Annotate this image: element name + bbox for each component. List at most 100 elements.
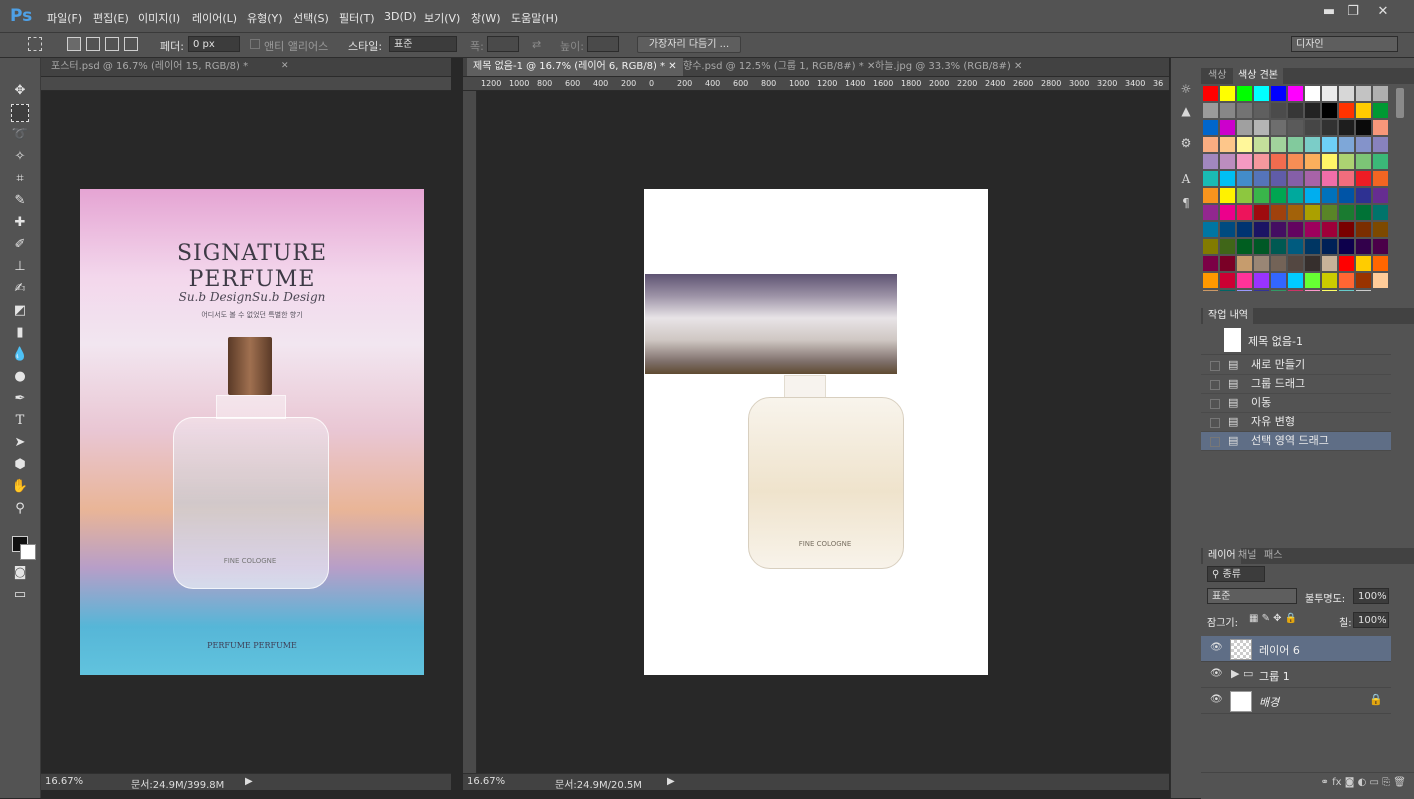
tab-close-icon[interactable]: ✕ <box>281 61 289 71</box>
color-swatch[interactable] <box>1339 256 1354 271</box>
color-swatch[interactable] <box>1305 120 1320 135</box>
color-swatch[interactable] <box>1305 103 1320 118</box>
menu-select[interactable]: 선택(S) <box>293 10 329 26</box>
color-swatch[interactable] <box>1356 103 1371 118</box>
color-swatch[interactable] <box>1356 188 1371 203</box>
layer-row[interactable]: 👁 레이어 6 <box>1201 636 1391 662</box>
tab-swatches[interactable]: 색상 견본 <box>1233 68 1283 84</box>
visibility-eye-icon[interactable]: 👁 <box>1210 668 1223 679</box>
left-status-arrow-icon[interactable]: ▶ <box>245 776 253 787</box>
width-input[interactable] <box>487 36 519 52</box>
color-swatch[interactable] <box>1288 86 1303 101</box>
color-swatch[interactable] <box>1339 86 1354 101</box>
color-swatch[interactable] <box>1322 290 1337 291</box>
color-swatch[interactable] <box>1220 120 1235 135</box>
dodge-tool-icon[interactable]: ● <box>11 368 29 386</box>
color-swatch[interactable] <box>1288 188 1303 203</box>
color-swatch[interactable] <box>1322 222 1337 237</box>
color-swatch[interactable] <box>1254 290 1269 291</box>
color-swatch[interactable] <box>1373 222 1388 237</box>
color-swatch[interactable] <box>1203 120 1218 135</box>
color-swatch[interactable] <box>1305 290 1320 291</box>
color-swatch[interactable] <box>1322 171 1337 186</box>
color-swatch[interactable] <box>1271 103 1286 118</box>
color-swatch[interactable] <box>1322 103 1337 118</box>
color-swatch[interactable] <box>1305 171 1320 186</box>
color-swatch[interactable] <box>1254 137 1269 152</box>
history-brush-tool-icon[interactable]: ✍ <box>11 280 29 298</box>
history-snapshot[interactable]: 제목 없음-1 <box>1201 326 1391 355</box>
minimize-button[interactable]: ▬ <box>1318 4 1340 20</box>
color-swatch[interactable] <box>1373 86 1388 101</box>
color-swatch[interactable] <box>1339 137 1354 152</box>
rect-marquee-tool-icon[interactable] <box>11 104 29 122</box>
menu-window[interactable]: 창(W) <box>471 10 501 26</box>
sky-image-layer[interactable] <box>645 274 897 374</box>
visibility-eye-icon[interactable]: 👁 <box>1210 694 1223 705</box>
color-swatch[interactable] <box>1271 154 1286 169</box>
crop-tool-icon[interactable]: ⌗ <box>11 170 29 188</box>
color-swatch[interactable] <box>1254 86 1269 101</box>
history-item[interactable]: ▤ 자유 변형 <box>1201 413 1391 432</box>
color-swatch[interactable] <box>1220 171 1235 186</box>
color-swatch[interactable] <box>1356 137 1371 152</box>
color-swatch[interactable] <box>1288 171 1303 186</box>
color-swatch[interactable] <box>1237 120 1252 135</box>
gradient-tool-icon[interactable]: ▮ <box>11 324 29 342</box>
color-swatch[interactable] <box>1220 239 1235 254</box>
color-swatch[interactable] <box>1254 120 1269 135</box>
color-swatch[interactable] <box>1203 239 1218 254</box>
color-swatch[interactable] <box>1322 273 1337 288</box>
fill-input[interactable]: 100% <box>1353 612 1389 628</box>
color-swatch[interactable] <box>1271 120 1286 135</box>
menu-edit[interactable]: 편집(E) <box>93 10 129 26</box>
color-swatch[interactable] <box>1254 239 1269 254</box>
paragraph-icon[interactable]: ¶ <box>1179 196 1193 210</box>
color-swatch[interactable] <box>1220 205 1235 220</box>
color-swatch[interactable] <box>1220 256 1235 271</box>
color-swatch[interactable] <box>1237 171 1252 186</box>
color-swatch[interactable] <box>1373 171 1388 186</box>
antialias-checkbox[interactable] <box>250 39 260 49</box>
left-canvas-area[interactable]: SIGNATURE PERFUME Su.b DesignSu.b Design… <box>56 91 451 773</box>
color-swatch[interactable] <box>1220 222 1235 237</box>
color-swatch[interactable] <box>1305 222 1320 237</box>
color-swatch[interactable] <box>1220 103 1235 118</box>
color-swatch[interactable] <box>1339 188 1354 203</box>
history-item[interactable]: ▤ 선택 영역 드래그 <box>1201 432 1391 451</box>
color-swatch[interactable] <box>1322 120 1337 135</box>
tab-channels[interactable]: 채널 <box>1233 548 1261 564</box>
color-swatch[interactable] <box>1271 205 1286 220</box>
color-swatch[interactable] <box>1322 137 1337 152</box>
color-swatch[interactable] <box>1339 103 1354 118</box>
color-swatch[interactable] <box>1203 273 1218 288</box>
color-swatch[interactable] <box>1254 154 1269 169</box>
color-swatch[interactable] <box>1339 222 1354 237</box>
tab-history[interactable]: 작업 내역 <box>1203 308 1253 324</box>
color-swatch[interactable] <box>1373 137 1388 152</box>
color-swatch[interactable] <box>1288 239 1303 254</box>
swatches-scrollbar[interactable] <box>1396 88 1404 118</box>
color-swatch[interactable] <box>1203 154 1218 169</box>
color-swatch[interactable] <box>1288 103 1303 118</box>
color-swatch[interactable] <box>1271 188 1286 203</box>
color-swatch[interactable] <box>1237 103 1252 118</box>
color-swatch[interactable] <box>1254 273 1269 288</box>
color-swatch[interactable] <box>1356 256 1371 271</box>
color-swatch[interactable] <box>1305 273 1320 288</box>
color-swatch[interactable] <box>1220 188 1235 203</box>
shape-tool-icon[interactable]: ⬢ <box>11 456 29 474</box>
menu-help[interactable]: 도움말(H) <box>511 10 558 26</box>
color-swatch[interactable] <box>1339 171 1354 186</box>
main-status-arrow-icon[interactable]: ▶ <box>667 776 675 787</box>
color-swatch[interactable] <box>1288 137 1303 152</box>
tab-close-icon[interactable]: ✕ <box>1014 61 1022 72</box>
color-swatch[interactable] <box>1339 205 1354 220</box>
tab-color[interactable]: 색상 <box>1203 68 1231 84</box>
color-swatch[interactable] <box>1322 256 1337 271</box>
color-swatch[interactable] <box>1373 205 1388 220</box>
color-swatch[interactable] <box>1339 154 1354 169</box>
color-swatch[interactable] <box>1220 137 1235 152</box>
color-swatch[interactable] <box>1271 273 1286 288</box>
expand-arrow-icon[interactable]: ▶ <box>1231 667 1239 680</box>
